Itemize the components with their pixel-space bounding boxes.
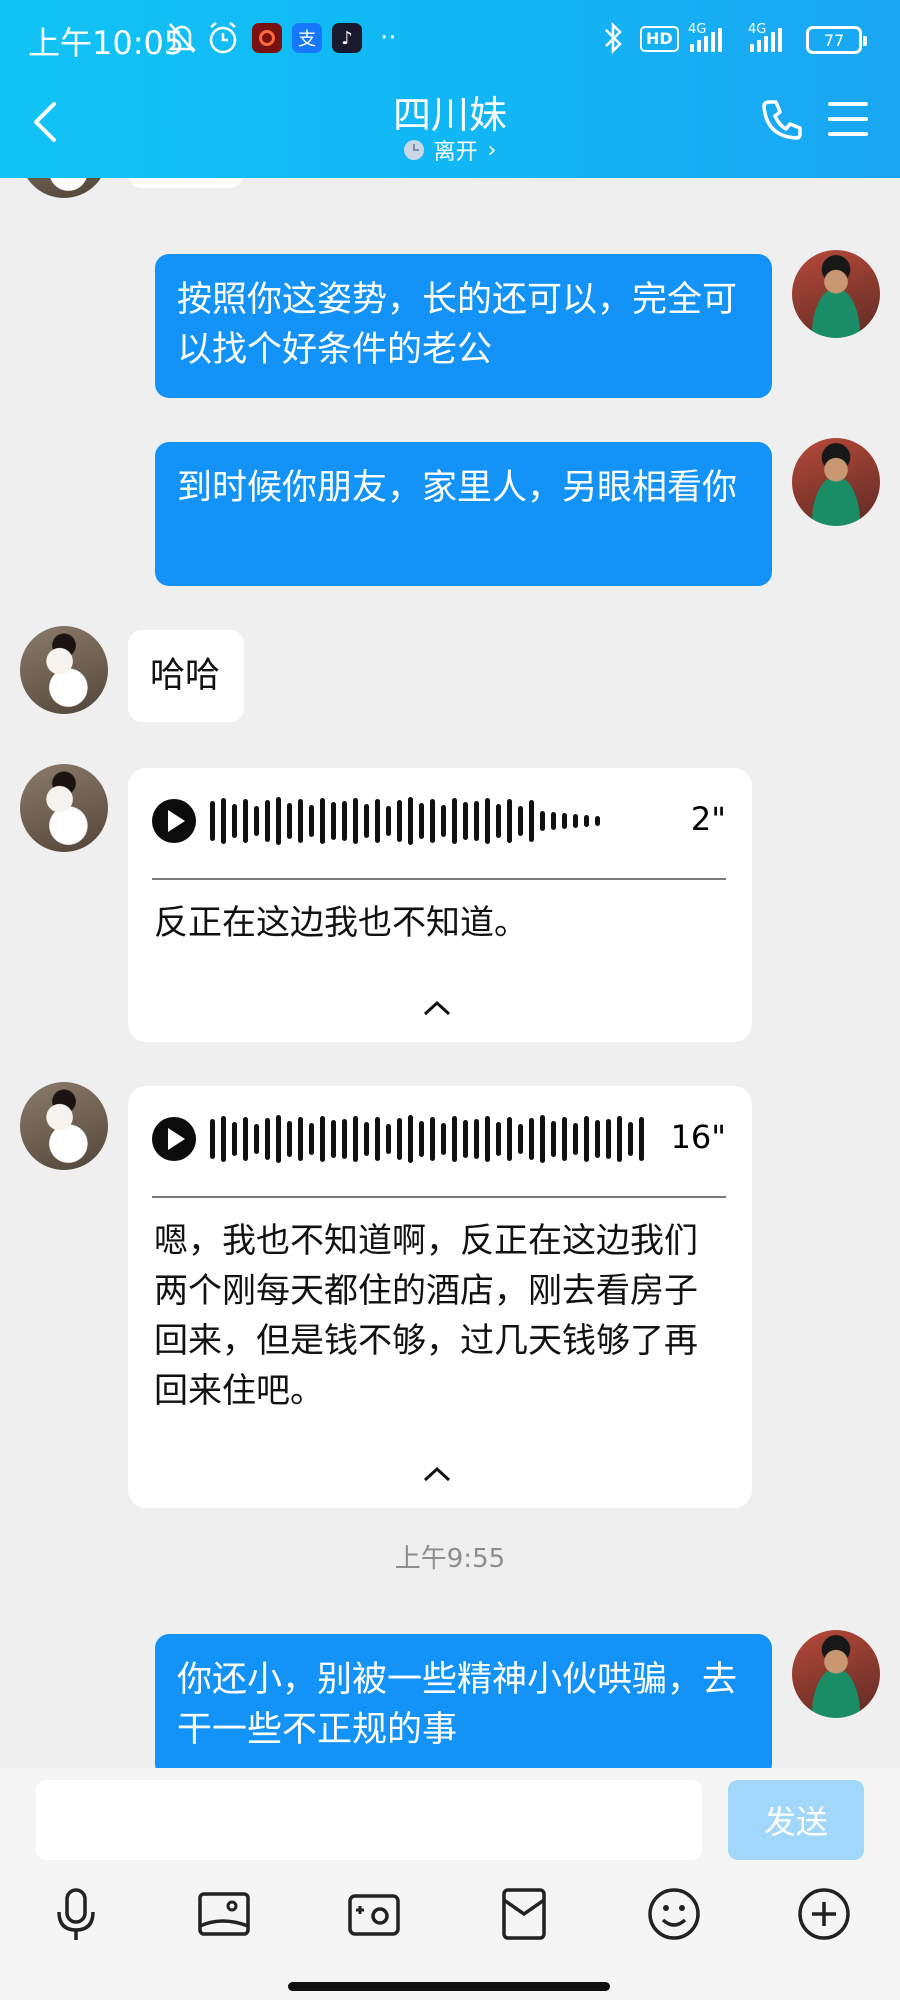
message-text: 到时候你朋友，家里人，另眼相看你	[177, 468, 738, 508]
camera-icon[interactable]	[342, 1882, 406, 1946]
message-bubble-received[interactable]: 哈哈	[128, 630, 244, 722]
signal-1-icon	[690, 28, 722, 52]
my-avatar[interactable]	[792, 438, 880, 526]
message-timestamp: 上午9:55	[394, 1544, 506, 1574]
presence-chevron-icon: ›	[487, 137, 497, 163]
alipay-icon: 支	[292, 20, 322, 56]
hd-badge: HD	[640, 26, 679, 52]
collapse-chevron-icon[interactable]	[422, 1464, 452, 1484]
signal-2-icon	[750, 28, 782, 52]
divider	[152, 1196, 726, 1198]
play-icon[interactable]	[152, 1117, 196, 1161]
input-bar: 发送	[0, 1768, 900, 1872]
friend-avatar[interactable]	[20, 626, 108, 714]
message-text: 哈哈	[150, 178, 220, 184]
chat-header: 上午10:05 支 ♪ ·· HD 4G 4G 77 四川妹 离开 ›	[0, 0, 900, 178]
message-bubble-partial[interactable]: 哈哈	[128, 178, 244, 188]
phone-call-icon[interactable]	[758, 96, 806, 144]
presence-label: 离开	[433, 140, 478, 165]
chat-area[interactable]: 哈哈 按照你这姿势，长的还可以，完全可以找个好条件的老公 到时候你朋友，家里人，…	[0, 178, 900, 1768]
microphone-icon[interactable]	[44, 1882, 108, 1946]
plus-icon[interactable]	[792, 1882, 856, 1946]
message-bubble-sent[interactable]: 按照你这姿势，长的还可以，完全可以找个好条件的老公	[155, 254, 772, 398]
message-input[interactable]	[36, 1780, 702, 1860]
message-bubble-sent[interactable]: 到时候你朋友，家里人，另眼相看你	[155, 442, 772, 586]
message-text: 按照你这姿势，长的还可以，完全可以找个好条件的老公	[177, 280, 738, 370]
voice-player[interactable]: 2"	[152, 796, 726, 846]
tiktok-icon: ♪	[332, 20, 362, 56]
friend-avatar[interactable]	[20, 178, 108, 198]
voice-duration: 2"	[690, 800, 726, 838]
play-icon[interactable]	[152, 799, 196, 843]
more-notifications: ··	[380, 23, 397, 53]
voice-duration: 16"	[670, 1118, 726, 1156]
voice-player[interactable]: 16"	[152, 1114, 726, 1164]
friend-avatar[interactable]	[20, 1082, 108, 1170]
music-app-icon	[252, 20, 282, 56]
waveform	[210, 797, 600, 845]
bluetooth-icon	[605, 21, 622, 55]
alarm-icon	[209, 22, 237, 54]
battery-level: 77	[823, 30, 845, 50]
chat-toolbar	[0, 1872, 900, 1964]
message-bubble-sent[interactable]: 你还小，别被一些精神小伙哄骗，去干一些不正规的事	[155, 1634, 772, 1768]
voice-transcript: 嗯，我也不知道啊，反正在这边我们两个刚每天都住的酒店，刚去看房子回来，但是钱不够…	[154, 1221, 698, 1411]
battery-icon: 77	[806, 26, 867, 54]
mute-bell-icon	[167, 23, 197, 53]
friend-avatar[interactable]	[20, 764, 108, 852]
menu-icon[interactable]	[828, 102, 868, 138]
voice-transcript: 反正在这边我也不知道。	[154, 903, 528, 943]
my-avatar[interactable]	[792, 250, 880, 338]
collapse-chevron-icon[interactable]	[422, 998, 452, 1018]
clock-icon	[403, 140, 424, 160]
status-time: 上午10:05	[28, 24, 185, 62]
divider	[152, 878, 726, 880]
voice-message-card[interactable]: 16" 嗯，我也不知道啊，反正在这边我们两个刚每天都住的酒店，刚去看房子回来，但…	[128, 1086, 752, 1508]
message-text: 哈哈	[150, 656, 221, 696]
home-indicator[interactable]	[288, 1982, 610, 1991]
message-text: 你还小，别被一些精神小伙哄骗，去干一些不正规的事	[177, 1660, 738, 1750]
status-bar: 上午10:05 支 ♪ ·· HD 4G 4G 77	[0, 0, 900, 80]
voice-message-card[interactable]: 2" 反正在这边我也不知道。	[128, 768, 752, 1042]
send-button[interactable]: 发送	[728, 1780, 864, 1860]
waveform	[210, 1115, 644, 1163]
image-icon[interactable]	[192, 1882, 256, 1946]
emoji-icon[interactable]	[642, 1882, 706, 1946]
red-packet-icon[interactable]	[492, 1882, 556, 1946]
my-avatar[interactable]	[792, 1630, 880, 1718]
